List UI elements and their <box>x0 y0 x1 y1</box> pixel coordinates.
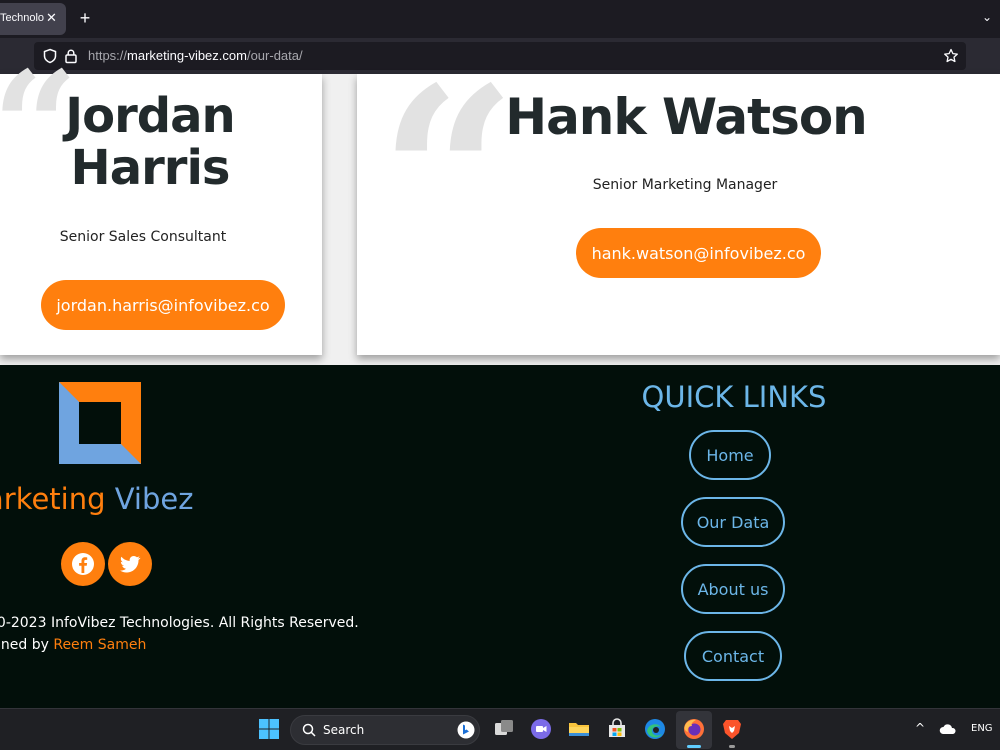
brand-name: arketing Vibez <box>0 482 193 516</box>
new-tab-button[interactable]: + <box>76 8 94 28</box>
url-path: /our-data/ <box>246 48 303 63</box>
quick-links-title: QUICK LINKS <box>641 380 827 414</box>
twitter-button[interactable] <box>108 542 152 586</box>
member-name: Hank Watson <box>505 88 868 146</box>
taskbar-search[interactable]: Search <box>290 715 480 745</box>
tab-title: Technolo <box>0 12 44 24</box>
company-logo[interactable] <box>59 382 141 464</box>
active-app-indicator <box>687 745 701 748</box>
bookmark-star-icon[interactable] <box>943 48 959 64</box>
quick-link-contact[interactable]: Contact <box>684 631 782 681</box>
url-protocol: https:// <box>88 48 128 63</box>
browser-tab-bar: Technolo ✕ + ⌄ <box>0 0 1000 38</box>
edge-browser-icon[interactable] <box>643 717 667 741</box>
email-button[interactable]: jordan.harris@infovibez.co <box>41 280 285 330</box>
member-name: Jordan Harris <box>0 90 300 194</box>
team-card: “ Jordan Harris Senior Sales Consultant … <box>0 52 322 355</box>
member-first-name: Jordan <box>65 88 235 144</box>
member-last-name: Harris <box>70 140 231 196</box>
firefox-icon[interactable] <box>682 717 706 741</box>
taskbar: Search ^ ENG <box>0 708 1000 750</box>
show-hidden-icons-chevron[interactable]: ^ <box>915 721 925 735</box>
quick-link-about-us[interactable]: About us <box>681 564 785 614</box>
quick-link-home[interactable]: Home <box>689 430 771 480</box>
search-icon <box>302 723 316 737</box>
running-app-indicator <box>729 745 735 748</box>
search-label: Search <box>323 723 365 737</box>
task-view-icon[interactable] <box>492 717 516 741</box>
brand-name-part2: Vibez <box>114 482 194 516</box>
close-tab-icon[interactable]: ✕ <box>46 10 57 26</box>
email-button[interactable]: hank.watson@infovibez.co <box>576 228 821 278</box>
site-footer: arketing Vibez 20-2023 InfoVibez Technol… <box>0 365 1000 708</box>
windows-start-icon[interactable] <box>257 717 281 741</box>
quick-link-our-data[interactable]: Our Data <box>681 497 785 547</box>
facebook-button[interactable] <box>61 542 105 586</box>
language-indicator[interactable]: ENG <box>971 723 993 734</box>
url-text[interactable]: https://marketing-vibez.com/our-data/ <box>88 48 303 63</box>
designed-by-label: gned by <box>0 637 49 653</box>
page-content: “ Jordan Harris Senior Sales Consultant … <box>0 52 1000 365</box>
list-all-tabs-icon[interactable]: ⌄ <box>982 10 992 24</box>
bing-icon[interactable] <box>457 721 475 739</box>
brand-name-part1: arketing <box>0 482 106 516</box>
member-role: Senior Sales Consultant <box>59 229 227 245</box>
microsoft-store-icon[interactable] <box>605 717 629 741</box>
onedrive-cloud-icon[interactable] <box>938 719 958 739</box>
brave-browser-icon[interactable] <box>720 717 744 741</box>
browser-tab[interactable]: Technolo ✕ <box>0 3 66 35</box>
file-explorer-icon[interactable] <box>567 717 591 741</box>
url-domain: marketing-vibez.com <box>127 48 247 63</box>
team-card: “ Hank Watson Senior Marketing Manager h… <box>357 56 1000 355</box>
copyright-text: 20-2023 InfoVibez Technologies. All Righ… <box>0 615 359 631</box>
designed-by-text: gned by Reem Sameh <box>0 637 146 653</box>
teams-chat-icon[interactable] <box>529 717 553 741</box>
twitter-icon <box>120 555 141 573</box>
facebook-icon <box>72 553 94 575</box>
member-role: Senior Marketing Manager <box>592 177 778 193</box>
author-link[interactable]: Reem Sameh <box>53 637 146 653</box>
